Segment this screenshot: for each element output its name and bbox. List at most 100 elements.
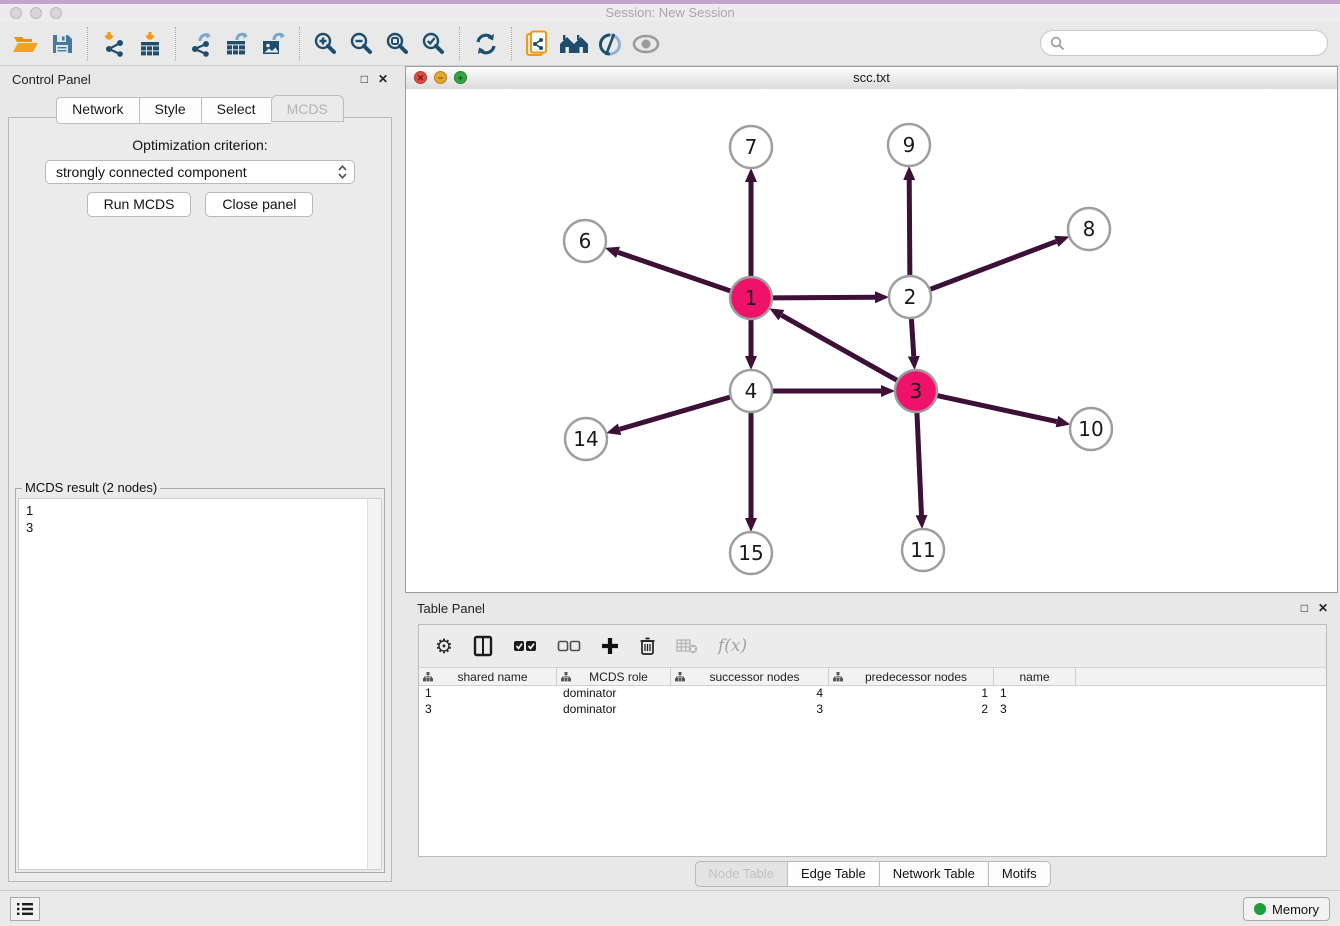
window-minimize-button[interactable] bbox=[30, 7, 42, 19]
search-input[interactable] bbox=[1071, 35, 1318, 52]
frame-minimize-button[interactable]: − bbox=[434, 71, 447, 84]
memory-status-icon bbox=[1254, 903, 1266, 915]
window-close-button[interactable] bbox=[10, 7, 22, 19]
table-cell[interactable]: dominator bbox=[557, 686, 671, 702]
graph-edge-1-6[interactable] bbox=[618, 252, 731, 291]
window-zoom-button[interactable] bbox=[50, 7, 62, 19]
export-network-button[interactable] bbox=[184, 26, 220, 62]
tab-motifs[interactable]: Motifs bbox=[988, 861, 1051, 887]
table-cell[interactable]: 4 bbox=[671, 686, 829, 702]
table-cell[interactable]: 1 bbox=[994, 686, 1076, 702]
column-header-successor-nodes[interactable]: successor nodes bbox=[671, 668, 829, 685]
export-table-button[interactable] bbox=[220, 26, 256, 62]
show-all-button[interactable] bbox=[628, 26, 664, 62]
tab-style[interactable]: Style bbox=[139, 97, 201, 124]
toolbar-search[interactable] bbox=[1040, 30, 1328, 56]
control-panel: Control Panel □ ✕ Network Style Select M… bbox=[0, 66, 400, 886]
unselect-all-columns-icon[interactable] bbox=[557, 640, 581, 653]
graph-edge-3-11[interactable] bbox=[917, 412, 922, 515]
memory-button-label: Memory bbox=[1272, 902, 1319, 917]
graph-edge-3-1[interactable] bbox=[781, 315, 897, 381]
network-canvas[interactable]: 7968124314101511 bbox=[406, 89, 1337, 592]
table-cell[interactable]: dominator bbox=[557, 702, 671, 718]
toolbar-separator bbox=[87, 27, 89, 61]
mcds-buttons-row: Run MCDS Close panel bbox=[9, 192, 391, 217]
tab-mcds[interactable]: MCDS bbox=[271, 95, 344, 122]
import-network-button[interactable] bbox=[96, 26, 132, 62]
graph-node-label: 14 bbox=[573, 427, 598, 451]
show-task-history-button[interactable] bbox=[10, 897, 40, 921]
new-network-from-selection-button[interactable] bbox=[520, 26, 556, 62]
export-table-icon bbox=[225, 31, 251, 57]
application-window: Session: New Session bbox=[0, 0, 1340, 926]
refresh-button[interactable] bbox=[468, 26, 504, 62]
create-column-plus-icon[interactable] bbox=[601, 637, 619, 655]
table-cell[interactable]: 1 bbox=[829, 686, 994, 702]
graph-edge-1-2[interactable] bbox=[772, 297, 875, 298]
column-header-label: shared name bbox=[433, 670, 552, 684]
first-neighbors-button[interactable] bbox=[556, 26, 592, 62]
hide-selected-button[interactable] bbox=[592, 26, 628, 62]
graph-node-label: 3 bbox=[910, 379, 923, 403]
graph-edge-3-10[interactable] bbox=[937, 395, 1057, 421]
zoom-in-button[interactable] bbox=[308, 26, 344, 62]
column-header-name[interactable]: name bbox=[994, 668, 1076, 685]
table-settings-gear-icon[interactable]: ⚙ bbox=[435, 634, 453, 659]
table-cell[interactable]: 1 bbox=[419, 686, 557, 702]
frame-close-button[interactable]: ✕ bbox=[414, 71, 427, 84]
import-table-button[interactable] bbox=[132, 26, 168, 62]
shared-column-icon bbox=[561, 672, 571, 682]
zoom-fit-button[interactable] bbox=[380, 26, 416, 62]
open-session-button[interactable] bbox=[8, 26, 44, 62]
result-scrollbar[interactable] bbox=[367, 499, 381, 869]
network-window-titlebar[interactable]: ✕ − + scc.txt bbox=[406, 67, 1337, 90]
frame-maximize-button[interactable]: + bbox=[454, 71, 467, 84]
zoom-selected-button[interactable] bbox=[416, 26, 452, 62]
close-panel-icon[interactable]: ✕ bbox=[1318, 601, 1328, 615]
save-session-button[interactable] bbox=[44, 26, 80, 62]
column-header-label: MCDS role bbox=[571, 670, 666, 684]
table-cell[interactable]: 2 bbox=[829, 702, 994, 718]
table-row[interactable]: 3dominator323 bbox=[419, 702, 1326, 718]
tab-select[interactable]: Select bbox=[201, 97, 271, 124]
import-table-icon bbox=[138, 31, 162, 57]
column-header-predecessor-nodes[interactable]: predecessor nodes bbox=[829, 668, 994, 685]
combo-arrows-icon bbox=[337, 164, 348, 180]
mcds-result-box[interactable]: 1 3 bbox=[18, 498, 382, 870]
shared-column-icon bbox=[675, 672, 685, 682]
float-panel-icon[interactable]: □ bbox=[361, 72, 368, 86]
tab-node-table[interactable]: Node Table bbox=[694, 861, 787, 887]
mcds-tab-pane: Optimization criterion: strongly connect… bbox=[8, 117, 392, 882]
show-columns-icon[interactable] bbox=[473, 635, 493, 657]
run-mcds-button[interactable]: Run MCDS bbox=[87, 192, 192, 217]
toolbar-separator bbox=[299, 27, 301, 61]
graph-edge-2-9[interactable] bbox=[909, 180, 910, 276]
graph-edge-2-8[interactable] bbox=[930, 241, 1057, 289]
export-image-button[interactable] bbox=[256, 26, 292, 62]
table-cell[interactable]: 3 bbox=[419, 702, 557, 718]
tab-network-table[interactable]: Network Table bbox=[879, 861, 988, 887]
close-panel-button[interactable]: Close panel bbox=[205, 192, 313, 217]
network-view-window: ✕ − + scc.txt 7968124314101511 bbox=[405, 66, 1338, 593]
delete-column-trash-icon[interactable] bbox=[639, 636, 656, 656]
tab-network[interactable]: Network bbox=[56, 97, 138, 124]
select-all-columns-icon[interactable] bbox=[513, 640, 537, 653]
table-cell[interactable]: 3 bbox=[671, 702, 829, 718]
table-toolbar: ⚙ f(x) bbox=[419, 625, 1326, 667]
tab-edge-table[interactable]: Edge Table bbox=[787, 861, 879, 887]
graph-edge-2-3[interactable] bbox=[911, 318, 913, 356]
float-panel-icon[interactable]: □ bbox=[1301, 601, 1308, 615]
optimization-criterion-select[interactable]: strongly connected component bbox=[45, 160, 355, 184]
toolbar-separator bbox=[511, 27, 513, 61]
table-row[interactable]: 1dominator411 bbox=[419, 686, 1326, 702]
column-header-shared-name[interactable]: shared name bbox=[419, 668, 557, 685]
table-cell[interactable]: 3 bbox=[994, 702, 1076, 718]
zoom-out-button[interactable] bbox=[344, 26, 380, 62]
network-canvas-svg[interactable]: 7968124314101511 bbox=[406, 89, 1337, 592]
graph-edge-4-14[interactable] bbox=[620, 397, 731, 429]
graph-node-label: 11 bbox=[910, 538, 935, 562]
window-controls bbox=[10, 7, 62, 19]
column-header-MCDS-role[interactable]: MCDS role bbox=[557, 668, 671, 685]
memory-button[interactable]: Memory bbox=[1243, 897, 1330, 921]
close-panel-icon[interactable]: ✕ bbox=[378, 72, 388, 86]
